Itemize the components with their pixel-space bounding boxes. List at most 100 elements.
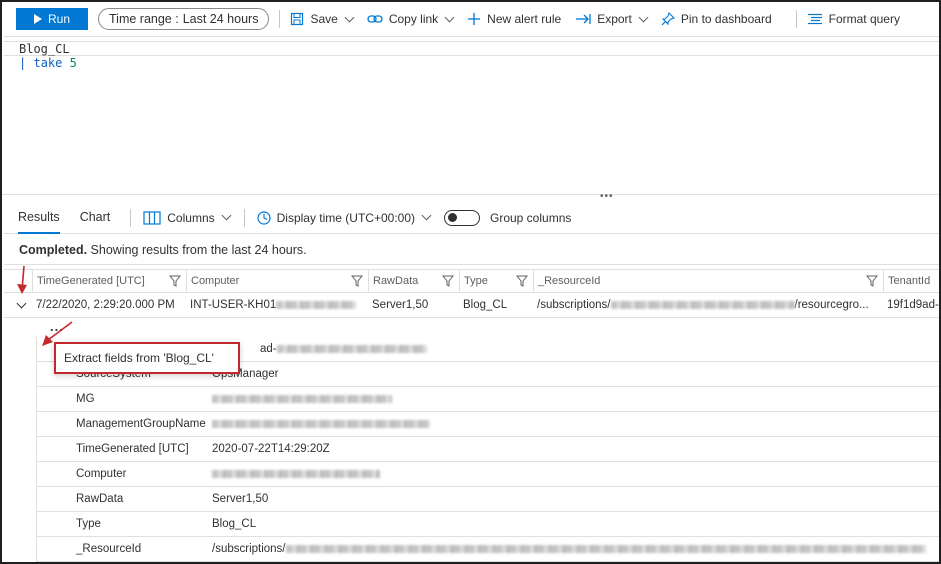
detail-key: Computer [76, 468, 127, 480]
new-alert-rule-button[interactable]: New alert rule [467, 12, 561, 26]
redacted-text [285, 544, 926, 553]
column-header-label: Computer [191, 275, 240, 287]
redacted-text [212, 469, 380, 478]
extract-fields-menu-item[interactable]: Extract fields from 'Blog_CL' [54, 342, 240, 374]
column-header-label: RawData [373, 275, 419, 287]
plus-icon [468, 13, 481, 25]
cell-computer-text: INT-USER-KH01 [190, 299, 277, 311]
table-row[interactable]: 7/22/2020, 2:29:20.000 PM INT-USER-KH01 … [4, 293, 939, 318]
column-header-computer[interactable]: Computer [186, 270, 368, 293]
detail-value-prefix: ad- [260, 343, 277, 355]
detail-value [212, 418, 430, 430]
cell-rawdata: Server1,50 [372, 299, 429, 311]
detail-row: ManagementGroupName [36, 412, 939, 437]
columns-button[interactable]: Columns [143, 210, 232, 225]
run-button[interactable]: Run [16, 8, 88, 30]
column-header-rawdata[interactable]: RawData [368, 270, 459, 293]
log-analytics-window: Run Time range : Last 24 hours Save Copy… [0, 0, 941, 564]
filter-icon[interactable] [351, 275, 363, 287]
expand-column-header [4, 270, 32, 293]
detail-value: /subscriptions/ [212, 543, 926, 555]
detail-value: Blog_CL [212, 518, 257, 530]
display-time-button[interactable]: Display time (UTC+00:00) [257, 211, 432, 225]
export-arrow-icon [576, 14, 591, 24]
results-toolbar: Results Chart Columns Display time (UTC+… [4, 202, 939, 234]
save-label: Save [310, 12, 338, 26]
filter-icon[interactable] [442, 275, 454, 287]
detail-key: _ResourceId [76, 543, 142, 555]
export-label: Export [597, 12, 632, 26]
code-line-1[interactable]: Blog_CL [4, 41, 939, 56]
detail-value: ad- [212, 343, 427, 355]
results-grid-header: TimeGenerated [UTC] Computer RawData Typ… [4, 269, 939, 293]
cell-type: Blog_CL [463, 299, 508, 311]
save-button[interactable]: Save [290, 12, 355, 26]
detail-row: MG [36, 387, 939, 412]
copy-link-label: Copy link [388, 12, 439, 26]
redacted-text [212, 419, 430, 428]
column-header-tenantid[interactable]: TenantId [883, 270, 939, 293]
column-header-type[interactable]: Type [459, 270, 533, 293]
group-columns-label: Group columns [490, 210, 572, 225]
detail-row: Computer [36, 462, 939, 487]
column-header-label: TimeGenerated [UTC] [37, 275, 145, 287]
column-header-label: Type [464, 275, 488, 287]
chevron-down-icon [16, 298, 27, 308]
results-divider [243, 208, 245, 227]
redacted-text [276, 344, 427, 353]
link-icon [367, 15, 383, 23]
detail-row: _ResourceId /subscriptions/ [36, 537, 939, 562]
detail-key: Type [76, 518, 101, 530]
chevron-down-icon [444, 12, 455, 22]
pin-icon [661, 12, 675, 26]
row-expand-toggle[interactable] [4, 298, 32, 308]
chevron-down-icon [221, 210, 232, 221]
toolbar-divider [279, 10, 281, 28]
format-lines-icon [807, 13, 822, 25]
tab-chart[interactable]: Chart [80, 202, 111, 234]
filter-icon[interactable] [866, 275, 878, 287]
detail-value-prefix: /subscriptions/ [212, 543, 286, 555]
chevron-down-icon [344, 12, 355, 22]
query-status: Completed. Showing results from the last… [4, 235, 939, 265]
time-range-value: Last 24 hours [182, 12, 259, 26]
cell-resourceid-suffix: /resourcegro... [794, 299, 869, 311]
time-range-picker[interactable]: Time range : Last 24 hours [98, 8, 270, 30]
pane-splitter[interactable]: ••• [2, 191, 939, 202]
detail-row: TimeGenerated [UTC] 2020-07-22T14:29:20Z [36, 437, 939, 462]
run-label: Run [47, 12, 70, 26]
take-count: 5 [69, 56, 77, 70]
detail-key: RawData [76, 493, 124, 505]
column-header-resourceid[interactable]: _ResourceId [533, 270, 883, 293]
column-header-label: TenantId [888, 275, 931, 287]
play-icon [33, 14, 42, 24]
columns-label: Columns [167, 210, 215, 225]
filter-icon[interactable] [516, 275, 528, 287]
redacted-text [212, 394, 392, 403]
column-header-timegenerated[interactable]: TimeGenerated [UTC] [32, 270, 186, 293]
code-line-2[interactable]: | take 5 [4, 56, 939, 71]
splitter-handle-icon[interactable]: ••• [600, 191, 614, 202]
detail-value [212, 468, 380, 480]
group-columns-toggle[interactable] [444, 209, 480, 226]
detail-key: ManagementGroupName [76, 418, 206, 430]
detail-row: Type Blog_CL [36, 512, 939, 537]
tab-results[interactable]: Results [18, 202, 60, 234]
time-range-label: Time range : [109, 12, 179, 26]
detail-row: RawData Server1,50 [36, 487, 939, 512]
column-header-label: _ResourceId [538, 275, 601, 287]
query-editor[interactable]: Blog_CL | take 5 [4, 36, 939, 194]
results-divider [130, 208, 132, 227]
detail-value: 2020-07-22T14:29:20Z [212, 443, 330, 455]
pin-to-dashboard-button[interactable]: Pin to dashboard [661, 12, 772, 26]
row-actions-more-button[interactable]: ... [50, 319, 64, 334]
cell-resourceid-prefix: /subscriptions/ [537, 299, 611, 311]
export-button[interactable]: Export [575, 12, 649, 26]
redacted-text [276, 300, 357, 309]
filter-icon[interactable] [169, 275, 181, 287]
toolbar-divider [795, 10, 797, 28]
copy-link-button[interactable]: Copy link [367, 12, 455, 26]
format-query-button[interactable]: Format query [807, 12, 900, 26]
take-keyword: take [33, 56, 63, 70]
columns-icon [143, 210, 161, 225]
